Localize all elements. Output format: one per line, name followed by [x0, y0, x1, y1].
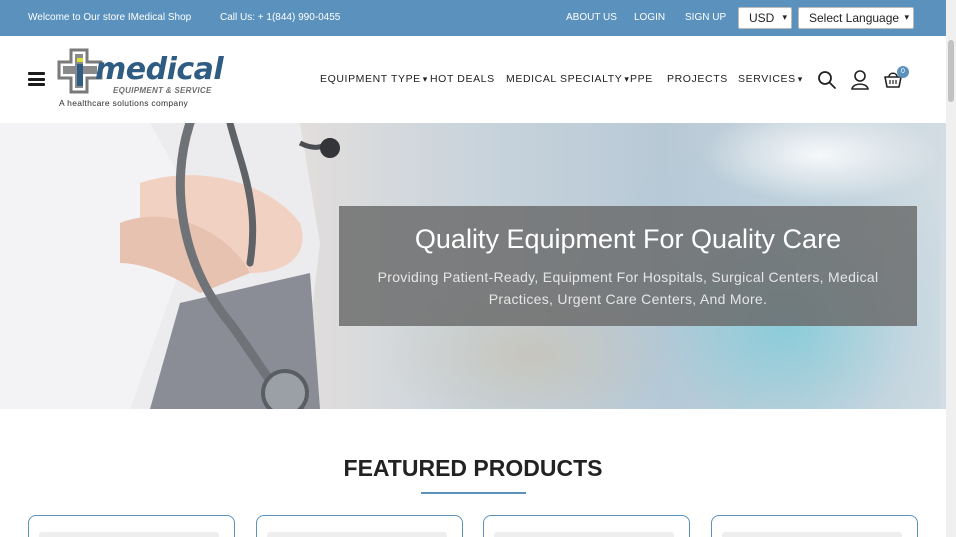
hamburger-menu-icon[interactable] — [28, 72, 45, 86]
user-account-icon[interactable] — [850, 69, 870, 91]
product-card[interactable] — [256, 515, 463, 537]
nav-label: PROJECTS — [667, 73, 728, 85]
chevron-down-icon: ▾ — [797, 74, 803, 84]
product-card[interactable] — [711, 515, 918, 537]
doctor-stethoscope-image — [0, 123, 340, 409]
about-us-link[interactable]: ABOUT US — [566, 12, 617, 23]
login-link[interactable]: LOGIN — [634, 12, 665, 23]
logo[interactable]: medical EQUIPMENT & SERVICE A healthcare… — [57, 48, 232, 110]
hero-overlay: Quality Equipment For Quality Care Provi… — [339, 206, 917, 326]
language-select[interactable]: Select Language ▾ — [798, 7, 914, 29]
main-header: medical EQUIPMENT & SERVICE A healthcare… — [0, 36, 946, 123]
nav-label: HOT DEALS — [430, 73, 495, 85]
nav-label: PPE — [630, 73, 653, 85]
logo-tagline: A healthcare solutions company — [59, 98, 189, 108]
currency-select[interactable]: USD ▾ — [738, 7, 792, 29]
hero-title: Quality Equipment For Quality Care — [414, 224, 842, 254]
nav-label: MEDICAL SPECIALTY — [506, 73, 623, 85]
page-scrollbar[interactable] — [946, 0, 956, 537]
title-underline — [421, 492, 526, 494]
top-bar: Welcome to Our store IMedical Shop Call … — [0, 0, 946, 36]
sign-up-link[interactable]: SIGN UP — [685, 12, 726, 23]
hero-description: Providing Patient-Ready, Equipment For H… — [377, 269, 879, 307]
nav-equipment-type[interactable]: EQUIPMENT TYPE ▾ — [320, 73, 428, 85]
cart-count-badge: 0 — [897, 66, 909, 78]
nav-ppe[interactable]: PPE — [630, 73, 653, 85]
logo-wordmark: medical — [95, 52, 224, 87]
page: Welcome to Our store IMedical Shop Call … — [0, 0, 956, 537]
chevron-down-icon: ▾ — [624, 74, 630, 84]
chevron-down-icon: ▾ — [904, 12, 909, 22]
language-value: Select Language — [809, 11, 900, 25]
welcome-text: Welcome to Our store IMedical Shop — [28, 12, 192, 23]
nav-hot-deals[interactable]: HOT DEALS — [430, 73, 495, 85]
logo-subtitle: EQUIPMENT & SERVICE — [113, 86, 212, 95]
currency-value: USD — [749, 11, 775, 25]
chevron-down-icon: ▾ — [782, 12, 787, 22]
phone-text: Call Us: + 1(844) 990-0455 — [220, 12, 341, 23]
nav-medical-specialty[interactable]: MEDICAL SPECIALTY ▾ — [506, 73, 630, 85]
featured-products-title: FEATURED PRODUCTS — [343, 455, 603, 481]
product-card[interactable] — [483, 515, 690, 537]
chevron-down-icon: ▾ — [422, 74, 428, 84]
nav-label: SERVICES — [738, 73, 796, 85]
product-card[interactable] — [28, 515, 235, 537]
nav-label: EQUIPMENT TYPE — [320, 73, 421, 85]
nav-services[interactable]: SERVICES ▾ — [738, 73, 803, 85]
search-icon[interactable] — [817, 70, 837, 90]
hero-banner: Quality Equipment For Quality Care Provi… — [0, 123, 946, 409]
nav-projects[interactable]: PROJECTS — [667, 73, 728, 85]
